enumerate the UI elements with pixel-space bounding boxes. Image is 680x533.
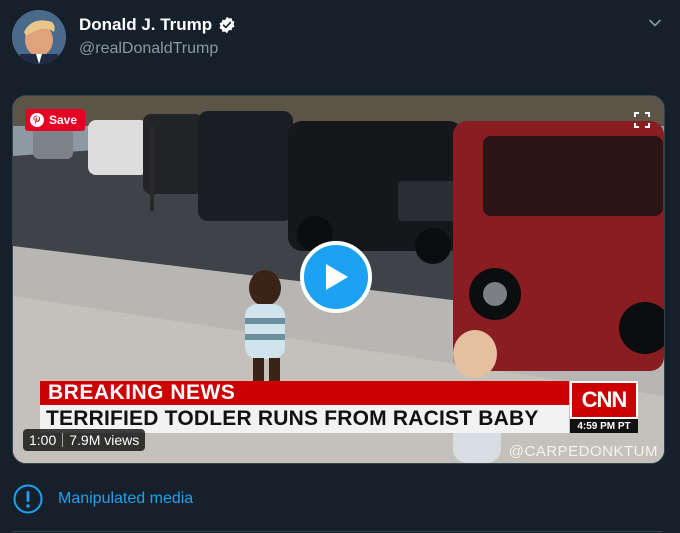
video-stats: 1:00 7.9M views xyxy=(23,429,146,451)
pinterest-save-button[interactable]: Save xyxy=(25,109,86,131)
fullscreen-icon[interactable] xyxy=(634,112,650,128)
play-button[interactable] xyxy=(300,241,372,313)
video-player[interactable]: Save BREAKING NEWS TERRIFIED TODLER RUNS… xyxy=(12,95,665,464)
manipulated-media-notice[interactable]: Manipulated media xyxy=(12,483,193,515)
author-name-row[interactable]: Donald J. Trump xyxy=(79,15,236,35)
author-handle[interactable]: @realDonaldTrump xyxy=(79,40,218,58)
avatar-image xyxy=(12,10,66,64)
play-icon xyxy=(326,264,348,290)
stats-separator xyxy=(62,433,64,447)
author-name[interactable]: Donald J. Trump xyxy=(79,15,212,35)
video-duration: 1:00 xyxy=(29,432,57,448)
divider xyxy=(12,531,663,532)
network-logo: CNN xyxy=(570,381,638,419)
broadcast-timestamp: 4:59 PM PT xyxy=(570,419,638,433)
video-watermark: @CARPEDONKTUM xyxy=(508,443,658,460)
exclamation-circle-icon xyxy=(13,484,43,514)
verified-badge-icon xyxy=(219,16,235,34)
pinterest-icon xyxy=(30,113,44,127)
manipulated-media-link[interactable]: Manipulated media xyxy=(58,490,193,508)
author-avatar[interactable] xyxy=(12,10,66,64)
save-label: Save xyxy=(49,113,78,127)
view-count: 7.9M views xyxy=(69,432,140,448)
chevron-down-icon[interactable] xyxy=(648,16,662,30)
breaking-news-banner: BREAKING NEWS xyxy=(40,381,569,405)
